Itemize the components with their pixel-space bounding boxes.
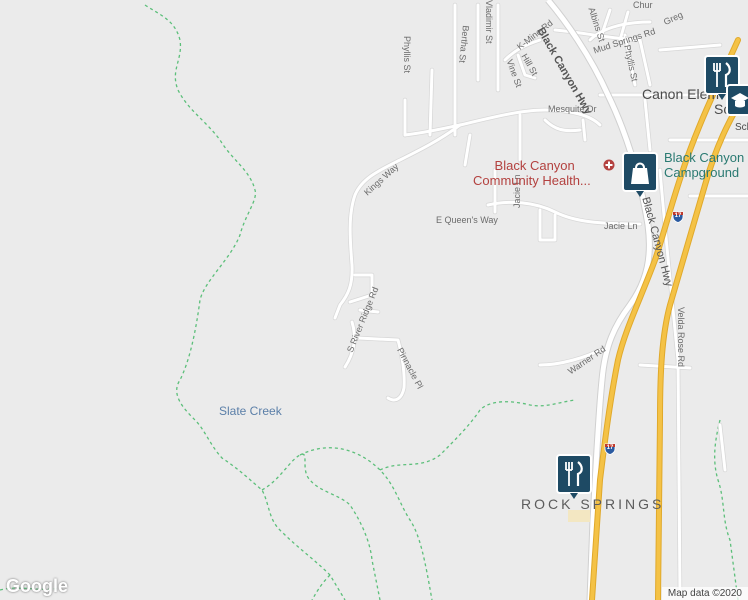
health-center-line-2: Community Health...: [473, 173, 591, 188]
street-label-velda-rose-rd: Velda Rose Rd: [676, 307, 686, 368]
school-icon[interactable]: [726, 84, 748, 120]
area-label-rock-springs: ROCK SPRINGS: [521, 496, 665, 512]
campground-line-1: Black Canyon: [664, 150, 745, 165]
street-label-vladimir-st: Vladimir St: [484, 0, 494, 44]
street-label-chur: Chur: [633, 0, 653, 10]
health-center-line-1: Black Canyon: [494, 158, 575, 173]
interstate-shield-icon: 17: [672, 210, 684, 228]
street-label-jacie-ln: Jacie Ln: [604, 221, 638, 231]
street-label-e-queens-way: E Queen's Way: [436, 215, 498, 225]
place-label-school-2: Sch: [735, 122, 748, 133]
interstate-shield-icon: 17: [604, 442, 616, 460]
fork-knife-icon[interactable]: [556, 454, 592, 500]
interstate-shield-number: 17: [606, 445, 614, 451]
shopping-bag-icon[interactable]: [622, 152, 658, 198]
map-attribution[interactable]: Map data ©2020: [661, 587, 748, 600]
poi-label-health-center[interactable]: Black Canyon Community Health...: [473, 158, 591, 188]
street-label-mesquite-dr: Mesquite Dr: [548, 104, 597, 114]
poi-label-campground[interactable]: Black Canyon Campground: [664, 150, 744, 180]
water-label-slate-creek: Slate Creek: [219, 404, 282, 418]
google-logo[interactable]: Google: [6, 576, 68, 597]
hospital-icon[interactable]: [603, 159, 615, 171]
campground-line-2: Campground: [664, 165, 740, 180]
street-label-phyllis-st-left: Phyllis St: [402, 36, 412, 74]
map-canvas[interactable]: Black Canyon Hwy Mud Springs Rd Albins S…: [0, 0, 748, 600]
interstate-shield-number: 17: [674, 213, 682, 219]
